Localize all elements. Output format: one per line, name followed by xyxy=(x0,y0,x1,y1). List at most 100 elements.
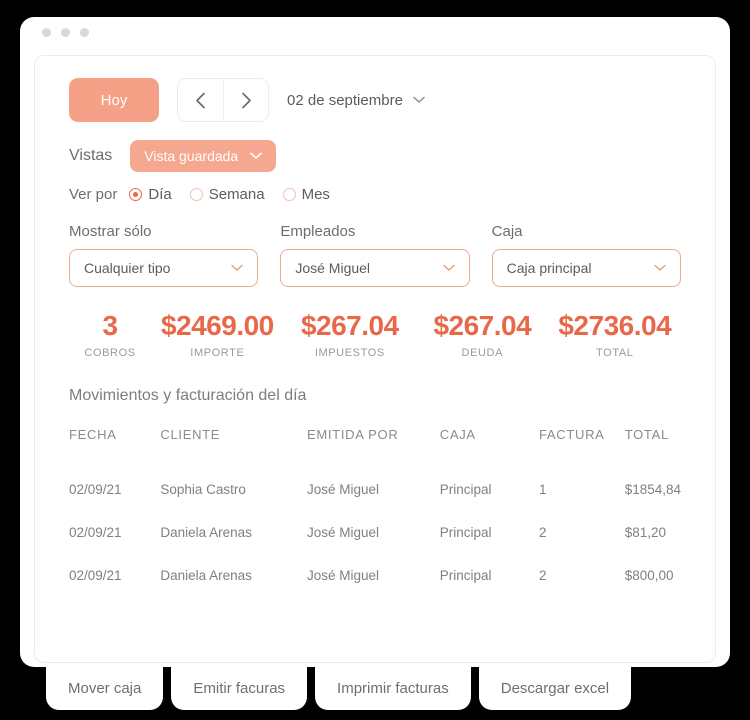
movements-table: FECHA CLIENTE EMITIDA POR CAJA FACTURA T… xyxy=(69,427,681,597)
stat-total: $2736.04 TOTAL xyxy=(549,310,681,360)
window-titlebar xyxy=(20,17,730,47)
cell-factura: 2 xyxy=(538,525,547,541)
cell-total: $800,00 xyxy=(624,568,674,584)
radio-icon-semana[interactable] xyxy=(189,188,203,201)
filter-empleados: Empleados José Miguel xyxy=(280,223,470,287)
cell-total: $1854,84 xyxy=(624,482,681,498)
filter-mostrar-solo: Mostrar sólo Cualquier tipo xyxy=(69,223,259,287)
imprimir-facturas-button[interactable]: Imprimir facturas xyxy=(315,667,471,710)
cell-caja: Principal xyxy=(439,482,492,498)
view-by-option-dia[interactable]: Día xyxy=(129,186,172,203)
stat-total-value: $2736.04 xyxy=(558,310,672,341)
cell-cliente: Daniela Arenas xyxy=(160,525,252,541)
views-row: Vistas Vista guardada xyxy=(69,140,681,172)
chevron-down-icon xyxy=(231,264,244,271)
stat-importe: $2469.00 IMPORTE xyxy=(151,310,283,360)
stat-deuda-value: $267.04 xyxy=(433,310,532,341)
app-window: Hoy 02 de septiembre Vistas Vista guarda… xyxy=(20,17,730,667)
filter-empleados-select[interactable]: José Miguel xyxy=(280,249,470,287)
cell-emitida-por: José Miguel xyxy=(306,482,380,498)
view-by-option-mes-label: Mes xyxy=(301,186,330,203)
chevron-right-icon xyxy=(241,92,251,108)
saved-view-dropdown[interactable]: Vista guardada xyxy=(130,140,277,172)
view-by-option-mes[interactable]: Mes xyxy=(282,186,330,203)
today-button[interactable]: Hoy xyxy=(69,78,159,122)
filter-empleados-label: Empleados xyxy=(280,223,356,240)
view-by-row: Ver por Día Semana Mes xyxy=(69,186,681,203)
chevron-left-icon xyxy=(196,92,205,108)
filter-caja-label: Caja xyxy=(491,223,523,240)
column-header-fecha[interactable]: FECHA xyxy=(69,427,160,468)
table-row[interactable]: 02/09/21 Sophia Castro José Miguel Princ… xyxy=(69,468,681,511)
column-header-caja[interactable]: CAJA xyxy=(440,427,539,468)
radio-icon-dia[interactable] xyxy=(129,188,143,201)
current-date-label: 02 de septiembre xyxy=(287,91,403,109)
stat-impuestos-value: $267.04 xyxy=(300,310,399,341)
filter-caja-select[interactable]: Caja principal xyxy=(491,249,681,287)
filter-caja: Caja Caja principal xyxy=(491,223,681,287)
column-header-total[interactable]: TOTAL xyxy=(625,427,681,468)
filter-mostrar-solo-select[interactable]: Cualquier tipo xyxy=(69,249,259,287)
screen-root: Hoy 02 de septiembre Vistas Vista guarda… xyxy=(0,0,750,720)
date-nav-group xyxy=(177,78,269,122)
chevron-down-icon xyxy=(250,152,263,159)
cell-fecha: 02/09/21 xyxy=(69,568,122,584)
emitir-facturas-button[interactable]: Emitir facuras xyxy=(171,667,308,710)
chevron-down-icon xyxy=(442,264,455,271)
filter-mostrar-solo-label: Mostrar sólo xyxy=(69,223,152,240)
date-toolbar: Hoy 02 de septiembre xyxy=(69,78,681,122)
cell-caja: Principal xyxy=(439,568,492,584)
cell-fecha: 02/09/21 xyxy=(69,525,122,541)
view-by-label: Ver por xyxy=(69,186,118,203)
window-dot-close-icon[interactable] xyxy=(42,27,51,37)
cell-cliente: Daniela Arenas xyxy=(160,568,252,584)
mover-caja-button[interactable]: Mover caja xyxy=(46,667,164,710)
stat-cobros-label: COBROS xyxy=(84,347,136,360)
cell-factura: 2 xyxy=(538,568,547,584)
chevron-down-icon xyxy=(413,96,425,103)
saved-view-label: Vista guardada xyxy=(144,148,239,164)
descargar-excel-button[interactable]: Descargar excel xyxy=(478,667,632,710)
stat-cobros-value: 3 xyxy=(102,310,119,341)
chevron-down-icon xyxy=(654,264,666,271)
filter-caja-value: Caja principal xyxy=(506,260,592,276)
cell-emitida-por: José Miguel xyxy=(306,525,380,541)
cell-total: $81,20 xyxy=(624,525,666,541)
cell-cliente: Sophia Castro xyxy=(160,482,246,498)
table-row[interactable]: 02/09/21 Daniela Arenas José Miguel Prin… xyxy=(69,511,681,554)
filters-row: Mostrar sólo Cualquier tipo Empleados Jo… xyxy=(69,223,681,287)
views-label: Vistas xyxy=(69,147,113,164)
stat-importe-label: IMPORTE xyxy=(190,347,245,360)
cell-factura: 1 xyxy=(538,482,547,498)
cell-emitida-por: José Miguel xyxy=(306,568,380,584)
stat-deuda: $267.04 DEUDA xyxy=(416,310,548,360)
stat-impuestos-label: IMPUESTOS xyxy=(314,347,385,360)
filter-empleados-value: José Miguel xyxy=(295,260,371,276)
date-picker[interactable]: 02 de septiembre xyxy=(287,92,425,109)
stat-cobros: 3 COBROS xyxy=(69,310,151,360)
prev-date-button[interactable] xyxy=(178,79,223,121)
next-date-button[interactable] xyxy=(223,79,268,121)
stat-total-label: TOTAL xyxy=(596,347,634,360)
stat-deuda-label: DEUDA xyxy=(461,347,504,360)
summary-stats: 3 COBROS $2469.00 IMPORTE $267.04 IMPUES… xyxy=(69,310,681,360)
bottom-action-bar: Mover caja Emitir facuras Imprimir factu… xyxy=(46,667,632,710)
view-by-option-semana-label: Semana xyxy=(208,186,265,203)
column-header-emitida-por[interactable]: EMITIDA POR xyxy=(307,427,440,468)
column-header-cliente[interactable]: CLIENTE xyxy=(160,427,307,468)
stat-importe-value: $2469.00 xyxy=(160,310,274,341)
window-dot-minimize-icon[interactable] xyxy=(61,27,70,37)
table-row[interactable]: 02/09/21 Daniela Arenas José Miguel Prin… xyxy=(69,554,681,597)
window-dot-maximize-icon[interactable] xyxy=(80,27,89,37)
view-by-option-semana[interactable]: Semana xyxy=(189,186,265,203)
cell-caja: Principal xyxy=(439,525,492,541)
cell-fecha: 02/09/21 xyxy=(69,482,122,498)
column-header-factura[interactable]: FACTURA xyxy=(539,427,625,468)
table-section-title: Movimientos y facturación del día xyxy=(69,387,307,405)
table-header-row: FECHA CLIENTE EMITIDA POR CAJA FACTURA T… xyxy=(69,427,681,468)
filter-mostrar-solo-value: Cualquier tipo xyxy=(84,260,171,276)
view-by-option-dia-label: Día xyxy=(148,186,172,203)
stat-impuestos: $267.04 IMPUESTOS xyxy=(284,310,416,360)
main-card: Hoy 02 de septiembre Vistas Vista guarda… xyxy=(34,55,716,663)
radio-icon-mes[interactable] xyxy=(282,188,296,201)
